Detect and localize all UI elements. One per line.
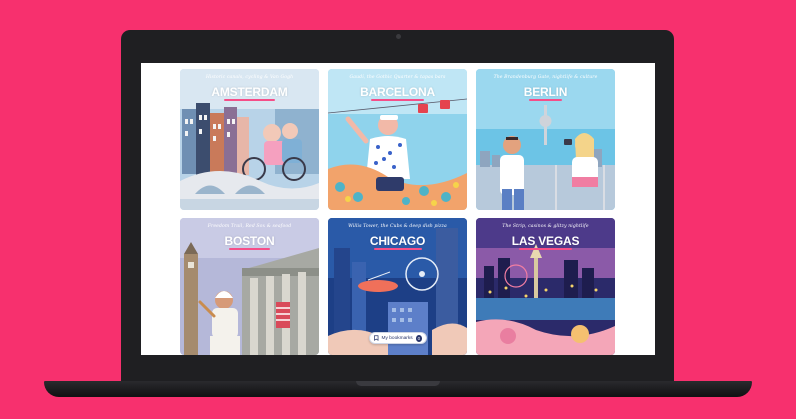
title-underline — [519, 248, 572, 250]
card-tagline: The Strip, casinos & glitzy nightlife — [502, 224, 589, 229]
card-boston[interactable]: Freedom Trail, Red Sox & seafood BOSTON — [180, 218, 319, 355]
bookmarks-count-badge: 0 — [415, 334, 422, 342]
card-barcelona[interactable]: Gaudí, the Gothic Quarter & tapas bars B… — [328, 69, 467, 210]
card-city-title: AMSTERDAM — [211, 85, 288, 99]
title-underline — [371, 99, 424, 101]
card-tagline: Gaudí, the Gothic Quarter & tapas bars — [349, 75, 446, 80]
bookmark-icon — [374, 335, 379, 341]
card-city-title: BARCELONA — [360, 85, 435, 99]
card-city-title: BERLIN — [523, 85, 568, 99]
card-city-title: BOSTON — [224, 234, 275, 248]
my-bookmarks-button[interactable]: My bookmarks 0 — [369, 332, 427, 344]
card-city-title: LAS VEGAS — [511, 234, 580, 248]
card-tagline: Historic canals, cycling & Van Gogh — [205, 75, 294, 80]
title-underline — [529, 99, 562, 101]
card-amsterdam[interactable]: Historic canals, cycling & Van Gogh AMST… — [180, 69, 319, 210]
title-underline — [229, 248, 270, 250]
bookmarks-label: My bookmarks — [381, 335, 413, 341]
card-tagline: Willis Tower, the Cubs & deep dish pizza — [348, 224, 447, 229]
card-berlin[interactable]: The Brandenburg Gate, nightlife & cultur… — [476, 69, 615, 210]
title-underline — [224, 99, 275, 101]
card-city-title: CHICAGO — [369, 234, 426, 248]
laptop-notch — [356, 381, 440, 386]
webcam-icon — [396, 34, 401, 39]
card-tagline: The Brandenburg Gate, nightlife & cultur… — [493, 75, 598, 80]
title-underline — [374, 248, 422, 250]
card-tagline: Freedom Trail, Red Sox & seafood — [207, 224, 292, 229]
card-las-vegas[interactable]: The Strip, casinos & glitzy nightlife LA… — [476, 218, 615, 355]
